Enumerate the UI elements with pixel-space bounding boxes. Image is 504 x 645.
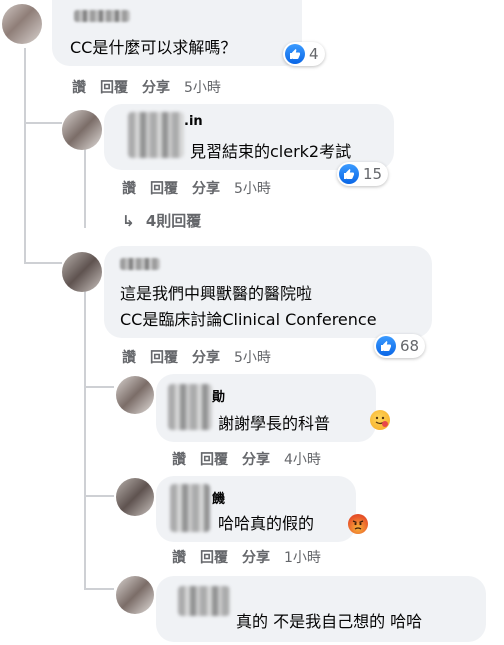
reaction-count[interactable]: 15 (337, 162, 389, 186)
avatar[interactable] (62, 252, 102, 292)
comment-bubble: .in 見習結束的clerk2考試 (104, 104, 394, 170)
view-replies-label: 4則回覆 (145, 212, 202, 230)
timestamp[interactable]: 1小時 (284, 547, 321, 567)
timestamp[interactable]: 4小時 (284, 449, 321, 469)
commenter-name-redacted[interactable] (128, 112, 184, 158)
angry-emoji-icon (348, 514, 368, 534)
comment-bubble: 真的 不是我自己想的 哈哈 (156, 576, 486, 642)
avatar[interactable] (116, 478, 154, 516)
timestamp[interactable]: 5小時 (184, 77, 221, 97)
comment-actions: 讚回覆 分享 4小時 (172, 449, 335, 469)
commenter-name-suffix[interactable]: 勛 (212, 386, 225, 405)
comment-actions: 讚回覆 分享 5小時 (122, 347, 285, 367)
commenter-name-redacted[interactable] (178, 586, 230, 616)
like-button[interactable]: 讚 (122, 178, 136, 198)
avatar[interactable] (116, 376, 154, 414)
comment-text: 謝謝學長的科普 (218, 414, 331, 433)
comment-bubble: 這是我們中興獸醫的醫院啦 CC是臨床討論Clinical Conference (104, 246, 432, 338)
reaction-count[interactable]: 4 (283, 42, 325, 66)
reaction-count-number: 4 (309, 45, 319, 63)
like-reaction-icon (376, 336, 396, 356)
commenter-name-redacted[interactable] (120, 258, 160, 270)
reply-arrow-icon: ↳ (122, 212, 135, 230)
timestamp[interactable]: 5小時 (234, 178, 271, 198)
commenter-name-redacted[interactable] (74, 10, 130, 22)
comment-text: 見習結束的clerk2考試 (190, 142, 352, 161)
share-button[interactable]: 分享 (242, 449, 270, 469)
share-button[interactable]: 分享 (192, 347, 220, 367)
timestamp[interactable]: 5小時 (234, 347, 271, 367)
comment-text-line-2: CC是臨床討論Clinical Conference (120, 310, 377, 329)
thread-branch-r1 (84, 386, 114, 388)
reply-button[interactable]: 回覆 (200, 547, 228, 567)
hug-emoji-icon (370, 410, 390, 430)
reply-button[interactable]: 回覆 (150, 178, 178, 198)
comment-actions: 讚回覆 分享 1小時 (172, 547, 335, 567)
like-button[interactable]: 讚 (122, 347, 136, 367)
thread-line-branch-2 (24, 262, 62, 264)
thread-line-main (24, 48, 26, 263)
like-reaction-icon (285, 44, 305, 64)
reaction-count-number: 15 (363, 165, 383, 183)
thread-branch-r3 (84, 588, 114, 590)
avatar[interactable] (2, 4, 42, 44)
comment-text-line-1: 這是我們中興獸醫的醫院啦 (120, 284, 313, 303)
comment-bubble: 饑 哈哈真的假的 (156, 476, 356, 542)
thread-line-replies (84, 148, 86, 228)
commenter-name-suffix[interactable]: .in (184, 114, 203, 129)
commenter-name-suffix[interactable]: 饑 (212, 488, 225, 507)
like-button[interactable]: 讚 (172, 547, 186, 567)
avatar[interactable] (116, 576, 154, 614)
like-reaction-icon (339, 164, 359, 184)
like-button[interactable]: 讚 (172, 449, 186, 469)
like-button[interactable]: 讚 (72, 77, 86, 97)
commenter-name-redacted[interactable] (168, 384, 212, 430)
comment-text: 哈哈真的假的 (218, 514, 315, 533)
commenter-name-redacted[interactable] (170, 484, 210, 532)
comment-bubble: 勛 謝謝學長的科普 (156, 374, 376, 442)
thread-line-branch-1 (24, 122, 62, 124)
comment-actions: 讚回覆 分享 5小時 (72, 77, 235, 97)
thread-line-replies-2 (84, 290, 86, 590)
reaction-count[interactable]: 68 (374, 334, 426, 358)
thread-branch-r2 (84, 495, 114, 497)
comment-bubble: CC是什麼可以求解嗎？ (52, 0, 302, 66)
reaction-count-number: 68 (400, 337, 420, 355)
avatar[interactable] (62, 110, 102, 150)
reply-button[interactable]: 回覆 (100, 77, 128, 97)
comment-actions: 讚回覆 分享 5小時 (122, 178, 285, 198)
share-button[interactable]: 分享 (192, 178, 220, 198)
view-replies-link[interactable]: ↳ 4則回覆 (122, 210, 201, 231)
reply-button[interactable]: 回覆 (200, 449, 228, 469)
comment-text: 真的 不是我自己想的 哈哈 (236, 612, 423, 631)
share-button[interactable]: 分享 (142, 77, 170, 97)
comment-text: CC是什麼可以求解嗎？ (70, 38, 237, 57)
reply-button[interactable]: 回覆 (150, 347, 178, 367)
share-button[interactable]: 分享 (242, 547, 270, 567)
